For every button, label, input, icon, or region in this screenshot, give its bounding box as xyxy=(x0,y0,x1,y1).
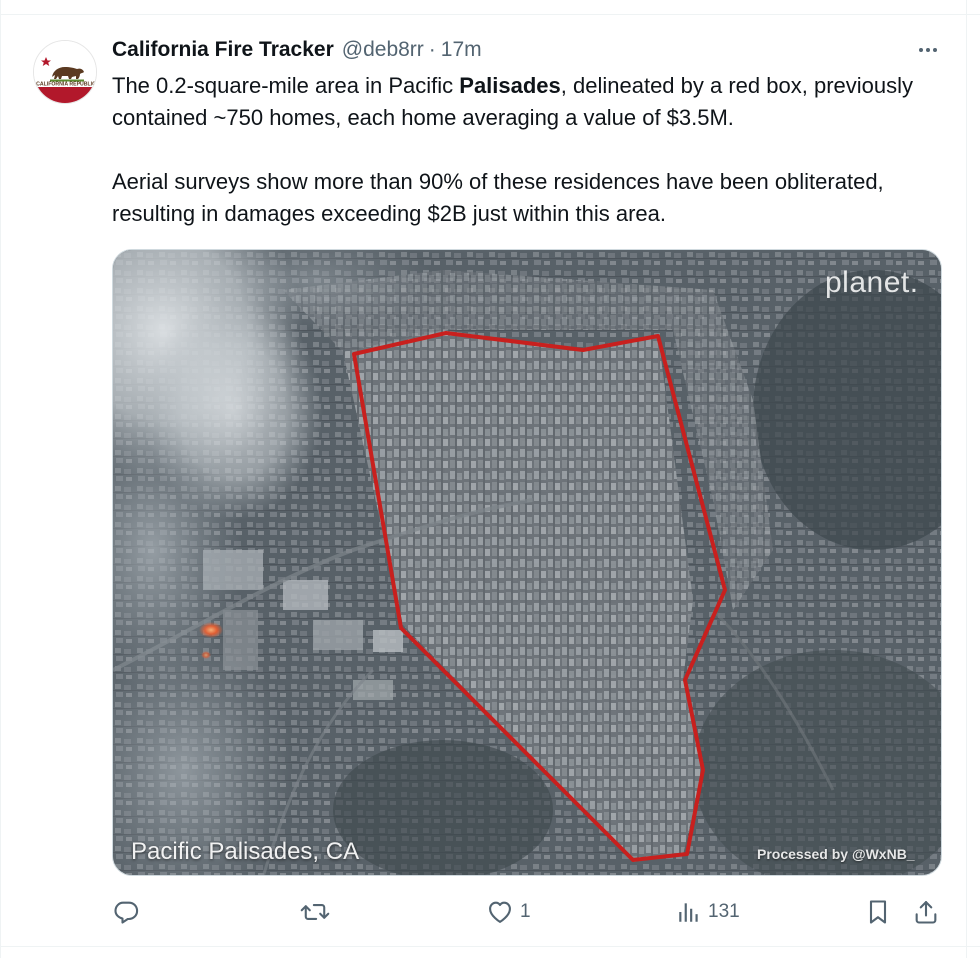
tweet-paragraph-2: Aerial surveys show more than 90% of the… xyxy=(112,169,884,226)
tweet-paragraph-1: The 0.2-square-mile area in Pacific Pali… xyxy=(112,70,952,134)
california-flag-avatar: CALIFORNIA REPUBLIC xyxy=(34,41,96,103)
handle[interactable]: @deb8rr xyxy=(342,38,424,62)
planet-logo-text: planet. xyxy=(825,266,919,299)
views-icon xyxy=(679,903,698,922)
bookmark-icon xyxy=(869,900,887,924)
bottom-divider xyxy=(0,946,980,947)
left-divider xyxy=(0,0,1,958)
like-count: 1 xyxy=(520,901,531,922)
top-divider xyxy=(0,14,980,15)
processed-by-label: Processed by @WxNB_ xyxy=(757,846,915,862)
reply-icon xyxy=(114,901,139,924)
location-label: Pacific Palisades, CA xyxy=(131,838,360,865)
aerial-image xyxy=(113,250,941,875)
more-icon xyxy=(919,48,937,52)
tweet-media[interactable]: planet. Pacific Palisades, CA Processed … xyxy=(112,249,942,876)
separator-dot: · xyxy=(428,38,436,61)
share-icon xyxy=(915,901,937,924)
tweet-text-part: The 0.2-square-mile area in Pacific xyxy=(112,73,460,98)
avatar-flag-text: CALIFORNIA REPUBLIC xyxy=(36,82,96,88)
retweet-button[interactable] xyxy=(300,895,336,929)
reply-button[interactable] xyxy=(112,895,146,929)
share-button[interactable] xyxy=(912,895,940,929)
tweet-header: California Fire Tracker @deb8rr · 17m xyxy=(112,36,482,64)
views-count: 131 xyxy=(708,901,740,922)
more-button[interactable] xyxy=(913,36,943,64)
tweet-actions: 1 131 xyxy=(112,895,942,929)
retweet-icon xyxy=(300,904,330,920)
right-divider xyxy=(966,0,967,958)
heart-icon xyxy=(489,901,511,923)
avatar[interactable]: CALIFORNIA REPUBLIC xyxy=(33,40,97,104)
like-button[interactable]: 1 xyxy=(486,895,531,929)
tweet-text: The 0.2-square-mile area in Pacific Pali… xyxy=(112,70,952,230)
views-button[interactable]: 131 xyxy=(676,895,740,929)
display-name[interactable]: California Fire Tracker xyxy=(112,38,334,62)
timestamp[interactable]: 17m xyxy=(441,38,482,62)
bookmark-button[interactable] xyxy=(864,895,892,929)
planet-logo: planet. xyxy=(825,266,919,300)
tweet-text-bold: Palisades xyxy=(459,73,561,98)
